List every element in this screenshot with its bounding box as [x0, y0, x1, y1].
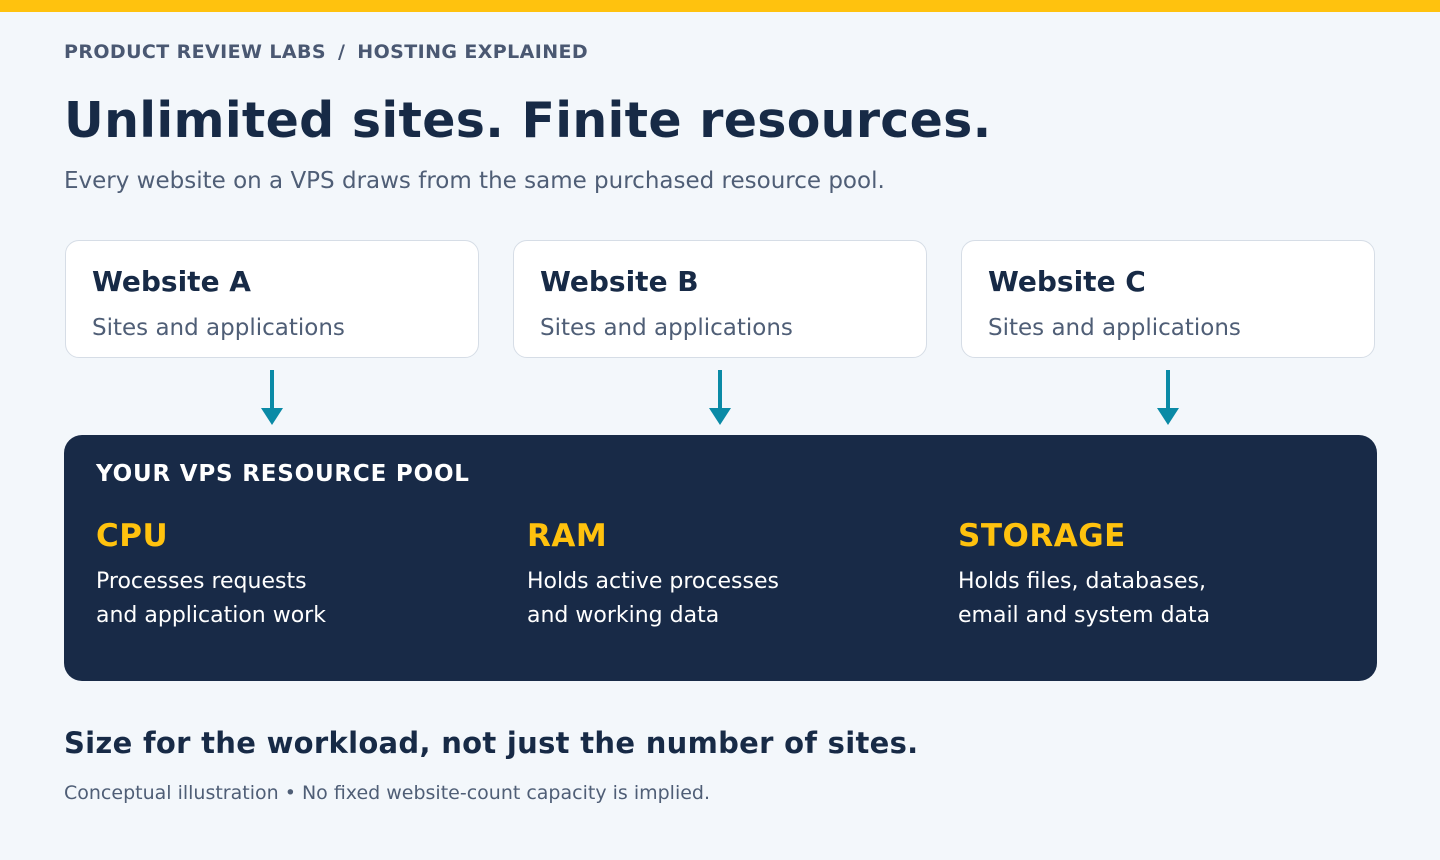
resource-description-line: Holds files, databases,	[958, 569, 1206, 594]
resource-storage: STORAGE Holds files, databases, email an…	[958, 517, 1358, 633]
page-subtitle: Every website on a VPS draws from the sa…	[64, 168, 885, 194]
breadcrumb-separator: /	[337, 41, 346, 63]
arrow-down-icon	[1157, 370, 1179, 425]
resource-description-line: email and system data	[958, 603, 1211, 628]
website-card-description: Sites and applications	[540, 315, 793, 341]
website-card-title: Website B	[540, 265, 699, 298]
website-card-title: Website C	[988, 265, 1146, 298]
arrow-down-icon	[709, 370, 731, 425]
resource-name: RAM	[527, 518, 608, 554]
resource-pool-title: YOUR VPS RESOURCE POOL	[96, 461, 470, 487]
resource-name: CPU	[96, 518, 169, 554]
resource-pool-panel: YOUR VPS RESOURCE POOL CPU Processes req…	[64, 435, 1377, 681]
website-card-b: Website B Sites and applications	[513, 240, 927, 358]
resource-description-line: and working data	[527, 603, 720, 628]
arrow-down-icon	[261, 370, 283, 425]
resource-cpu: CPU Processes requests and application w…	[96, 517, 496, 633]
resource-description: Holds files, databases, email and system…	[958, 565, 1358, 633]
resource-ram: RAM Holds active processes and working d…	[527, 517, 927, 633]
breadcrumb-item-brand[interactable]: PRODUCT REVIEW LABS	[64, 41, 326, 63]
website-card-description: Sites and applications	[988, 315, 1241, 341]
resource-description: Holds active processes and working data	[527, 565, 927, 633]
website-card-a: Website A Sites and applications	[65, 240, 479, 358]
resource-name: STORAGE	[958, 518, 1126, 554]
resource-description-line: Processes requests	[96, 569, 307, 594]
footnote: Conceptual illustration • No fixed websi…	[64, 782, 711, 804]
resource-description-line: Holds active processes	[527, 569, 779, 594]
page-title: Unlimited sites. Finite resources.	[64, 92, 992, 149]
website-card-title: Website A	[92, 265, 251, 298]
breadcrumb-item-section[interactable]: HOSTING EXPLAINED	[357, 41, 588, 63]
takeaway-heading: Size for the workload, not just the numb…	[64, 726, 919, 760]
website-card-description: Sites and applications	[92, 315, 345, 341]
resource-description-line: and application work	[96, 603, 326, 628]
website-card-c: Website C Sites and applications	[961, 240, 1375, 358]
resource-description: Processes requests and application work	[96, 565, 496, 633]
breadcrumb: PRODUCT REVIEW LABS / HOSTING EXPLAINED	[64, 41, 588, 63]
top-accent-bar	[0, 0, 1440, 12]
